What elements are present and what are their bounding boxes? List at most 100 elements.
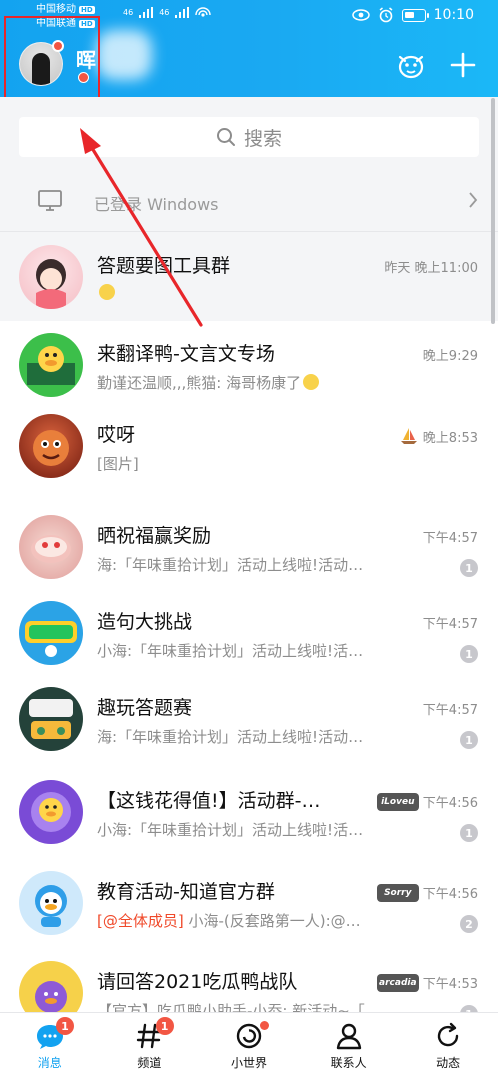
alarm-icon (379, 7, 393, 23)
network-indicators: 46 46 (123, 6, 212, 18)
battery-icon (401, 8, 429, 22)
plus-icon (450, 52, 476, 78)
chat-item-5[interactable]: 趣玩答题赛 海:「年味重拾计划」活动上线啦!活动… 下午4:57 1 (0, 676, 498, 762)
chat-title-4: 造句大挑战 (97, 611, 193, 633)
chat-title-3: 晒祝福赢奖励 (97, 525, 212, 547)
chat-time-1: 晚上9:29 (422, 349, 478, 364)
windows-login-text: 已登录 Windows (94, 195, 219, 214)
network-type-1: 46 (123, 7, 134, 17)
chat-avatar-0 (19, 245, 83, 309)
unread-badge-4: 1 (460, 645, 478, 663)
network-type-2: 46 (159, 7, 170, 17)
chat-item-6[interactable]: 【这钱花得值!】活动群-… 小海:「年味重拾计划」活动上线啦!活… iLoveu… (0, 769, 498, 855)
chat-subtitle-2: [图片] (97, 455, 139, 473)
chat-time-8: arcadia 下午4:53 (376, 973, 478, 992)
penguin-mascot-icon (398, 55, 424, 79)
tab-contacts[interactable]: 联系人 (299, 1013, 399, 1080)
chat-subtitle-1: 勤谨还温顺,,,熊猫: 海哥杨康了 (97, 372, 320, 393)
chat-subtitle-6: 小海:「年味重拾计划」活动上线啦!活… (97, 821, 364, 839)
chat-title-5: 趣玩答题赛 (97, 697, 193, 719)
scrollbar[interactable] (491, 98, 495, 324)
blurred-name-overlay (96, 30, 152, 80)
small-world-icon (236, 1023, 262, 1049)
chat-avatar-6 (19, 780, 83, 844)
tab-small-world[interactable]: 小世界 (199, 1013, 299, 1080)
unread-badge-5: 1 (460, 731, 478, 749)
chat-subtitle-3: 海:「年味重拾计划」活动上线啦!活动… (97, 556, 364, 574)
chat-subtitle-0 (97, 284, 115, 302)
chat-item-7[interactable]: 教育活动-知道官方群 [@全体成员] 小海-(反套路第一人):@… Sorry … (0, 860, 498, 946)
chat-avatar-4 (19, 601, 83, 665)
tab-feed-label: 动态 (436, 1056, 461, 1070)
tab-feed[interactable]: 动态 (398, 1013, 498, 1080)
chat-title-1: 来翻译鸭-文言文专场 (97, 343, 275, 365)
emoji-icon (99, 284, 115, 300)
chat-time-7: Sorry 下午4:56 (376, 883, 478, 902)
tab-channels[interactable]: 频道 1 (100, 1013, 200, 1080)
windows-login-row[interactable]: 已登录 Windows (0, 171, 498, 231)
chat-avatar-5 (19, 687, 83, 751)
add-button[interactable] (448, 50, 478, 80)
sentence-challenge-illustration (25, 621, 77, 657)
chat-time-text-2: 晚上8:53 (422, 430, 478, 446)
chat-title-6: 【这钱花得值!】活动群-… (97, 790, 321, 812)
hotspot-icon (195, 7, 212, 17)
tab-contacts-label: 联系人 (330, 1056, 367, 1070)
sticker-tag-8: arcadia (376, 973, 419, 992)
tab-channels-label: 频道 (137, 1056, 162, 1070)
chat-item-0[interactable]: 答题要图工具群 昨天 晚上11:00 (0, 234, 498, 320)
chat-item-2[interactable]: 哎呀 [图片] 晚上8:53 (0, 403, 498, 489)
chat-item-1[interactable]: 来翻译鸭-文言文专场 勤谨还温顺,,,熊猫: 海哥杨康了 晚上9:29 (0, 322, 498, 408)
plush-avatar-illustration (33, 430, 69, 466)
signal-icon-2 (175, 6, 190, 18)
search-bar[interactable]: 搜索 (19, 117, 479, 157)
search-icon (216, 128, 235, 146)
chat-time-text-7: 下午4:56 (422, 887, 478, 902)
chat-subtitle-4: 小海:「年味重拾计划」活动上线啦!活… (97, 642, 364, 660)
chevron-right-icon (469, 192, 478, 208)
chat-time-6: iLoveu 下午4:56 (376, 792, 478, 811)
mention-all-tag: [@全体成员] (97, 912, 184, 930)
clock: 10:10 (433, 7, 474, 23)
unread-badge-7: 2 (460, 915, 478, 933)
chat-avatar-1 (19, 333, 83, 397)
tab-messages-badge: 1 (56, 1017, 74, 1035)
sticker-tag-6: iLoveu (376, 792, 419, 811)
tab-small-world-dot (260, 1021, 270, 1030)
eye-icon (351, 9, 370, 21)
tab-messages[interactable]: 消息 1 (0, 1013, 100, 1080)
chat-time-text-8: 下午4:53 (422, 977, 478, 992)
chat-title-2: 哎呀 (97, 424, 136, 446)
refresh-star-icon (438, 1022, 459, 1047)
chat-time-2: 晚上8:53 (399, 426, 478, 446)
chat-subtitle-text-7: 小海-(反套路第一人):@… (183, 912, 361, 930)
chat-item-4[interactable]: 造句大挑战 小海:「年味重拾计划」活动上线啦!活… 下午4:57 1 (0, 590, 498, 676)
chat-time-5: 下午4:57 (422, 703, 478, 718)
chat-time-0: 昨天 晚上11:00 (384, 261, 478, 276)
blue-duck-mascot-illustration (35, 885, 67, 927)
quiz-game-illustration (29, 699, 73, 739)
header-actions (396, 50, 478, 80)
emoji-icon (303, 374, 320, 390)
unread-badge-3: 1 (460, 559, 478, 577)
tab-channels-badge: 1 (155, 1017, 174, 1035)
chat-title-7: 教育活动-知道官方群 (97, 881, 275, 903)
chat-title-8: 请回答2021吃瓜鸭战队 (97, 971, 298, 993)
tab-small-world-label: 小世界 (230, 1056, 267, 1070)
divider (0, 231, 498, 232)
chat-title-0: 答题要图工具群 (97, 255, 231, 277)
status-right: 10:10 (351, 7, 474, 23)
blessing-cake-illustration (31, 535, 71, 563)
duck-teacher-illustration (27, 346, 75, 385)
mascot-button[interactable] (396, 50, 426, 80)
chat-avatar-7 (19, 871, 83, 935)
bottom-tab-bar: 消息 1 频道 1 小世界 联系人 动态 (0, 1012, 498, 1080)
hd-badge: HD (79, 5, 95, 14)
person-icon (336, 1023, 361, 1050)
chat-time-3: 下午4:57 (422, 531, 478, 546)
chat-subtitle-7: [@全体成员] 小海-(反套路第一人):@… (97, 910, 361, 931)
search-placeholder: 搜索 (243, 127, 282, 150)
chat-item-3[interactable]: 晒祝福赢奖励 海:「年味重拾计划」活动上线啦!活动… 下午4:57 1 (0, 504, 498, 590)
chat-avatar-2 (19, 414, 83, 478)
chat-avatar-3 (19, 515, 83, 579)
